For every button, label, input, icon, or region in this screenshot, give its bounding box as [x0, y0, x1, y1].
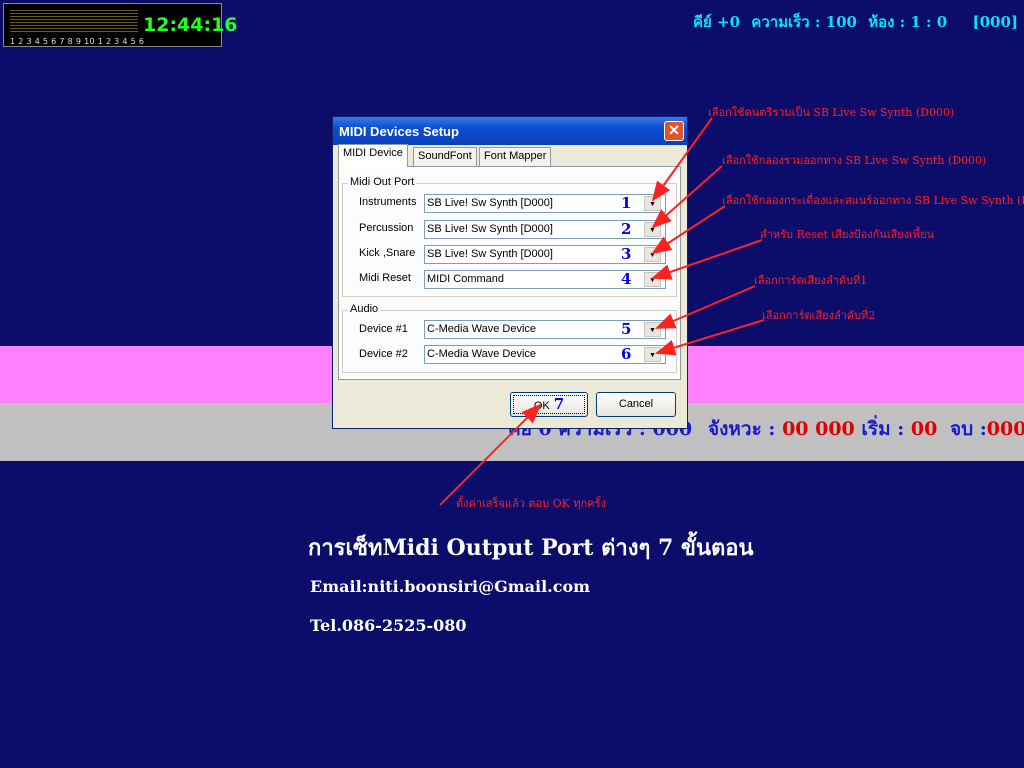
status-bar: คีย์ +0 ความเร็ว : 100 ห้อง : 1 : 0 [000…	[687, 10, 1018, 34]
ok-button[interactable]: OK 7	[510, 392, 588, 417]
device-1-label: Device #1	[359, 323, 408, 335]
focus-ring	[513, 395, 585, 414]
beat-label: จังหวะ :	[708, 418, 776, 440]
code-status: [000]	[972, 13, 1018, 31]
midi-reset-label: Midi Reset	[359, 272, 411, 284]
midi-devices-dialog: MIDI Devices Setup ✕ MIDI Device SoundFo…	[332, 116, 688, 429]
chevron-down-icon[interactable]: ▼	[644, 196, 661, 211]
percussion-value: SB Live! Sw Synth [D000]	[427, 223, 553, 235]
step-number: 6	[621, 345, 632, 363]
kick-snare-label: Kick ,Snare	[359, 247, 416, 259]
kick-snare-select[interactable]: SB Live! Sw Synth [D000] 3 ▼	[424, 245, 666, 264]
close-button[interactable]: ✕	[664, 121, 684, 141]
device-2-value: C-Media Wave Device	[427, 348, 537, 360]
tab-font-mapper[interactable]: Font Mapper	[479, 147, 552, 166]
audio-group-label: Audio	[348, 303, 381, 315]
meter-scale: 1 2 3 4 5 6 7 8 9 10 1 2 3 4 5 6	[10, 37, 145, 46]
annotation-step-5: เลือกการ์ดเสียงลำดับที่1	[754, 274, 868, 287]
annotation-step-7: ตั้งค่าเสร็จแล้ว ตอบ OK ทุกครั้ง	[456, 497, 606, 510]
start-value: 00	[910, 418, 938, 440]
device-1-value: C-Media Wave Device	[427, 323, 537, 335]
annotation-step-2: เลือกใช้กลองรวมออกทาง SB Live Sw Synth (…	[722, 154, 987, 167]
device-1-select[interactable]: C-Media Wave Device 5 ▼	[424, 320, 666, 339]
step-number: 4	[621, 270, 632, 288]
instruments-select[interactable]: SB Live! Sw Synth [D000] 1 ▼	[424, 194, 666, 213]
step-number: 3	[621, 245, 632, 263]
footer-email: Email:niti.boonsiri@Gmail.com	[310, 577, 591, 596]
dialog-titlebar[interactable]: MIDI Devices Setup ✕	[333, 117, 687, 145]
room-status: ห้อง : 1 : 0	[868, 13, 948, 31]
footer-title: การเซ็ทMidi Output Port ต่างๆ 7 ขั้นตอน	[308, 535, 754, 561]
tab-soundfont[interactable]: SoundFont	[413, 147, 477, 166]
device-2-label: Device #2	[359, 348, 408, 360]
level-meter	[10, 10, 138, 34]
step-number: 5	[621, 320, 632, 338]
annotation-step-3: เลือกใช้กลองกระเดื่องและสแนร์ออกทาง SB L…	[722, 194, 1024, 207]
step-number: 2	[621, 220, 632, 238]
instruments-label: Instruments	[359, 196, 417, 208]
chevron-down-icon[interactable]: ▼	[644, 222, 661, 237]
annotation-step-6: เลือกการ์ดเสียงลำดับที่2	[762, 309, 876, 322]
midi-out-port-label: Midi Out Port	[348, 176, 417, 188]
kick-snare-value: SB Live! Sw Synth [D000]	[427, 248, 553, 260]
percussion-label: Percussion	[359, 222, 414, 234]
clock-time: 12:44:16	[143, 14, 238, 36]
dialog-title: MIDI Devices Setup	[339, 124, 459, 139]
device-2-select[interactable]: C-Media Wave Device 6 ▼	[424, 345, 666, 364]
footer-tel: Tel.086-2525-080	[310, 616, 467, 635]
beat-value: 00 000	[782, 418, 855, 440]
key-status: คีย์ +0	[692, 13, 741, 31]
end-value: 000	[986, 418, 1024, 440]
step-number: 1	[621, 194, 632, 212]
start-label: เริ่ม :	[861, 418, 905, 440]
tab-midi-device[interactable]: MIDI Device	[338, 144, 408, 167]
annotation-step-1: เลือกใช้ดนตรีรวมเป็น SB Live Sw Synth (D…	[708, 106, 955, 119]
tempo-line: จังหวะ : 00 000 เริ่ม : 00 จบ :000	[708, 414, 1024, 444]
chevron-down-icon[interactable]: ▼	[644, 247, 661, 262]
midi-reset-value: MIDI Command	[427, 273, 505, 285]
clock-widget: 1 2 3 4 5 6 7 8 9 10 1 2 3 4 5 6 12:44:1…	[3, 3, 238, 47]
midi-reset-select[interactable]: MIDI Command 4 ▼	[424, 270, 666, 289]
annotation-step-4: สำหรับ Reset เสียงป้องกันเสียงเพี้ยน	[760, 228, 935, 241]
percussion-select[interactable]: SB Live! Sw Synth [D000] 2 ▼	[424, 220, 666, 239]
chevron-down-icon[interactable]: ▼	[644, 272, 661, 287]
instruments-value: SB Live! Sw Synth [D000]	[427, 197, 553, 209]
chevron-down-icon[interactable]: ▼	[644, 347, 661, 362]
cancel-button[interactable]: Cancel	[596, 392, 676, 417]
end-label: จบ :	[949, 418, 987, 440]
chevron-down-icon[interactable]: ▼	[644, 322, 661, 337]
speed-status: ความเร็ว : 100	[751, 13, 857, 31]
